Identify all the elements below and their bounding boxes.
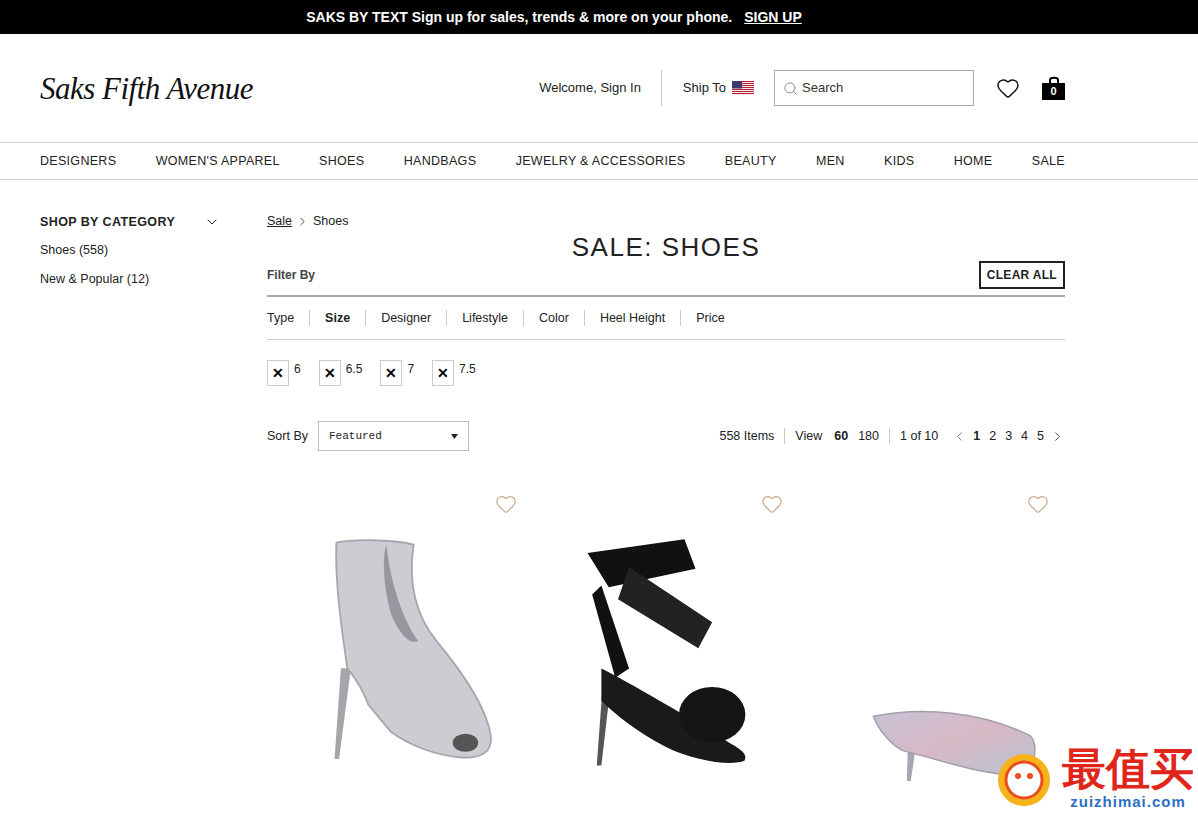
breadcrumb: Sale Shoes <box>267 213 1065 230</box>
wishlist-heart-icon[interactable] <box>996 76 1020 100</box>
favorite-heart-icon[interactable] <box>495 493 517 515</box>
chip-label: 7 <box>407 362 414 376</box>
shopping-bag[interactable]: 0 <box>1042 76 1065 100</box>
us-flag-icon <box>732 81 754 95</box>
nav-item[interactable]: HANDBAGS <box>404 152 477 171</box>
filter-label: Filter By <box>267 266 315 284</box>
filter-tab[interactable]: Heel Height <box>584 310 680 326</box>
main: Sale Shoes SALE: SHOES Filter By CLEAR ALL Ty… <box>267 213 1065 785</box>
nav-item[interactable]: BEAUTY <box>725 152 777 171</box>
page-number[interactable]: 5 <box>1037 427 1044 446</box>
page-number[interactable]: 2 <box>989 427 996 446</box>
view-option[interactable]: 180 <box>858 427 879 446</box>
chevron-down-icon <box>204 214 220 230</box>
watermark-brand: 最值买 <box>1062 745 1194 793</box>
watermark-site: zuizhimai.com <box>1070 793 1186 811</box>
promo-text: SAKS BY TEXT Sign up for sales, trends &… <box>306 7 732 28</box>
breadcrumb-chevron-icon <box>296 215 309 228</box>
filter-chip[interactable]: ✕6 <box>267 360 301 386</box>
nav-item[interactable]: MEN <box>816 152 845 171</box>
prev-page-icon[interactable] <box>952 429 967 444</box>
product-card[interactable] <box>267 493 533 785</box>
favorite-heart-icon[interactable] <box>761 493 783 515</box>
filter-chip[interactable]: ✕ 6.5 <box>319 360 363 386</box>
divider <box>661 70 662 106</box>
page-number[interactable]: 4 <box>1021 427 1028 446</box>
filter-tab[interactable]: Lifestyle <box>446 310 523 326</box>
promo-bar: SAKS BY TEXT Sign up for sales, trends &… <box>0 0 1198 34</box>
search-field[interactable]: Search <box>774 70 974 106</box>
filter-tab[interactable]: Price <box>680 310 739 326</box>
filter-tabs: TypeSizeDesignerLifestyleColorHeel Heigh… <box>267 297 1065 340</box>
product-grid <box>267 493 1065 785</box>
page-number[interactable]: 1 <box>973 427 980 446</box>
filter-tab[interactable]: Color <box>523 310 584 326</box>
ship-to[interactable]: Ship To <box>683 78 754 98</box>
filter-tab[interactable]: Type <box>267 310 309 326</box>
bag-count: 0 <box>1050 86 1056 97</box>
view-option[interactable]: 60 <box>834 427 848 446</box>
sort-select[interactable]: Featured <box>318 421 469 451</box>
breadcrumb-item[interactable]: Sale <box>267 212 292 231</box>
category-header[interactable]: SHOP BY CATEGORY <box>40 213 220 232</box>
breadcrumb-item: Shoes <box>313 212 348 231</box>
content: SHOP BY CATEGORY Shoes (558) New & Popular… <box>40 180 1065 785</box>
item-count: 558 Items <box>719 427 774 446</box>
category-item[interactable]: Shoes (558) <box>40 241 220 260</box>
nav-item[interactable]: JEWELRY & ACCESSORIES <box>516 152 686 171</box>
sign-in-link[interactable]: Welcome, Sign In <box>539 78 641 98</box>
main-nav: DESIGNERS WOMEN'S APPAREL SHOES HANDBAGS JEW… <box>0 142 1198 180</box>
pagination: 558 Items View 60 180 1 of 10 12345 <box>719 427 1065 446</box>
page: SAKS BY TEXT Sign up for sales, trends &… <box>0 0 1198 815</box>
favorite-heart-icon[interactable] <box>1027 493 1049 515</box>
nav-item[interactable]: SHOES <box>319 152 364 171</box>
product-card[interactable] <box>533 493 799 785</box>
clear-all-button[interactable]: CLEAR ALL <box>979 261 1065 289</box>
nav-item[interactable]: HOME <box>954 152 993 171</box>
category-item[interactable]: New & Popular (12) <box>40 270 220 289</box>
chip-label: 7.5 <box>459 362 476 376</box>
mascot-icon <box>992 746 1056 810</box>
sort-row: Sort By Featured 558 Items View 60 180 1 of 10… <box>267 421 1065 451</box>
product-card[interactable] <box>799 493 1065 785</box>
filter-chip[interactable]: ✕7 <box>380 360 414 386</box>
nav-item[interactable]: KIDS <box>884 152 914 171</box>
selected-filters: ✕6✕6.5✕7✕7.5 <box>267 360 1065 386</box>
nav-item[interactable]: DESIGNERS <box>40 152 116 171</box>
chip-remove-button[interactable]: ✕ <box>319 360 341 386</box>
filter-header: Filter By CLEAR ALL <box>267 261 1065 297</box>
chip-remove-button[interactable]: ✕ <box>432 360 454 386</box>
nav-item[interactable]: WOMEN'S APPAREL <box>156 152 280 171</box>
chip-remove-button[interactable]: ✕ <box>380 360 402 386</box>
chip-label: 6.5 <box>346 362 363 376</box>
sidebar: SHOP BY CATEGORY Shoes (558) New & Popular… <box>40 213 220 785</box>
page-title: SALE: SHOES <box>267 233 1065 261</box>
bag-handle-icon <box>1048 76 1060 83</box>
bootie-image[interactable] <box>300 530 500 770</box>
promo-signup-link[interactable]: SIGN UP <box>744 7 802 28</box>
dropdown-arrow-icon <box>451 434 458 439</box>
filter-tab[interactable]: Designer <box>365 310 446 326</box>
logo[interactable]: Saks Fifth Avenue <box>40 66 253 113</box>
sort-label: Sort By <box>267 427 308 446</box>
page-info: 1 of 10 <box>900 427 938 446</box>
search-icon <box>783 81 798 96</box>
next-page-icon[interactable] <box>1050 429 1065 444</box>
watermark: 最值买zuizhimai.com <box>992 745 1194 811</box>
header: Saks Fifth Avenue Welcome, Sign In Ship To… <box>40 34 1065 142</box>
chip-remove-button[interactable]: ✕ <box>267 360 289 386</box>
sandal-image[interactable] <box>566 530 766 770</box>
view-label: View <box>795 427 822 446</box>
chip-label: 6 <box>294 362 301 376</box>
page-number[interactable]: 3 <box>1005 427 1012 446</box>
filter-tab[interactable]: Size <box>309 310 365 326</box>
nav-item[interactable]: SALE <box>1032 152 1065 171</box>
filter-chip[interactable]: ✕ 7.5 <box>432 360 476 386</box>
